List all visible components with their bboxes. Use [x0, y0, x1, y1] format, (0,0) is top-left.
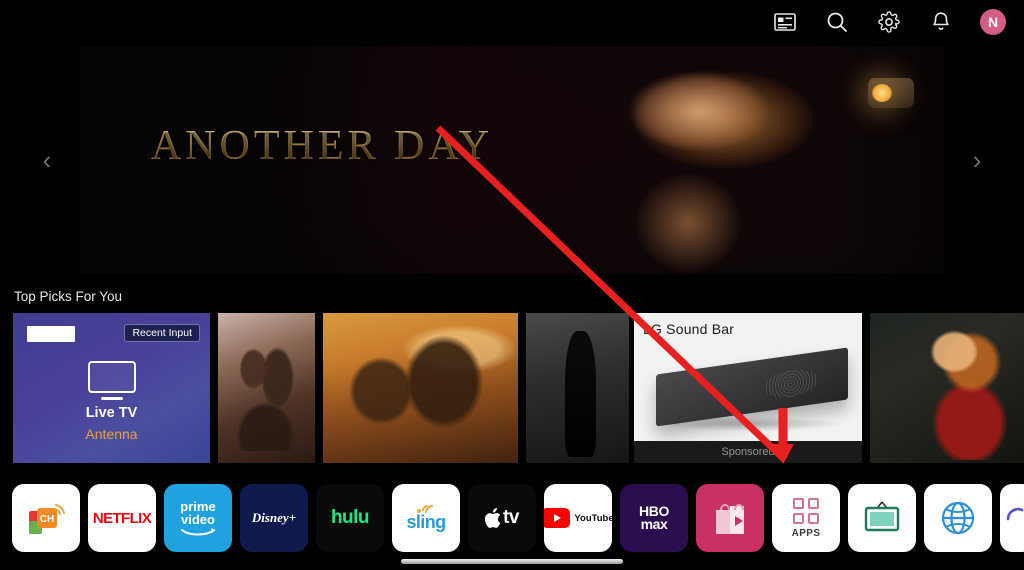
bell-icon[interactable] [928, 9, 954, 35]
avatar[interactable]: N [980, 9, 1006, 35]
app-tile-lg-content-store[interactable] [696, 484, 764, 552]
gear-icon[interactable] [876, 9, 902, 35]
hbo-label-bottom: max [640, 516, 668, 532]
status-badge-recent-input: Recent Input [124, 324, 200, 342]
hero-carousel: ANOTHER DAY ‹ › [0, 44, 1024, 276]
hero-figure-image [563, 64, 824, 274]
ad-footer: Sponsored [634, 441, 862, 463]
card-poster-victorian[interactable] [526, 313, 629, 463]
section-title-top-picks: Top Picks For You [14, 289, 123, 304]
app-tile-hbo-max[interactable]: HBO max [620, 484, 688, 552]
dashboard-icon[interactable] [772, 9, 798, 35]
app-tile-gallery[interactable] [848, 484, 916, 552]
youtube-play-icon [544, 508, 571, 528]
channels-label: CH [40, 514, 54, 525]
app-tile-partial-edge[interactable] [1000, 484, 1024, 552]
apple-tv-label: tv [503, 507, 519, 528]
soundbar-product-image [656, 347, 848, 427]
card-title-live-tv: Live TV [85, 405, 138, 421]
hero-spotlight-icon [867, 77, 914, 108]
top-picks-row: Recent Input Live TV Antenna LG Sound Ba… [0, 313, 1024, 463]
youtube-label: YouTube [574, 512, 612, 524]
card-subtitle-antenna: Antenna [85, 426, 138, 442]
top-bar: N [0, 0, 1024, 44]
sling-label: sling [406, 511, 446, 532]
lg-tv-home-screen: N ANOTHER DAY ‹ › Top Picks For You Rece… [0, 0, 1024, 570]
app-tile-channels[interactable]: CH [12, 484, 80, 552]
prime-label-bottom: video [181, 511, 215, 527]
app-tile-sling[interactable]: sling [392, 484, 460, 552]
card-poster-desert-action[interactable] [323, 313, 518, 463]
apps-label: APPS [791, 527, 821, 539]
app-tile-web-browser[interactable] [924, 484, 992, 552]
disney-label: Disney+ [251, 510, 297, 525]
app-tile-apps[interactable]: APPS [772, 484, 840, 552]
ad-title: LG Sound Bar [643, 321, 735, 337]
app-tile-apple-tv[interactable]: tv [468, 484, 536, 552]
prime-label-top: prime [180, 498, 216, 514]
chevron-left-icon[interactable]: ‹ [32, 140, 62, 180]
app-tile-netflix[interactable]: NETFLIX [88, 484, 156, 552]
hulu-label: hulu [330, 507, 370, 528]
card-live-tv[interactable]: Recent Input Live TV Antenna [13, 313, 210, 463]
app-dock: CH NETFLIX prime video Disney+ hulu slin… [0, 482, 1024, 554]
card-poster-romance[interactable] [218, 313, 315, 463]
sponsored-label: Sponsored [721, 446, 775, 458]
hero-title: ANOTHER DAY [150, 123, 494, 170]
soundbar-shadow [662, 417, 842, 431]
app-tile-prime-video[interactable]: prime video [164, 484, 232, 552]
app-tile-disney-plus[interactable]: Disney+ [240, 484, 308, 552]
app-tile-hulu[interactable]: hulu [316, 484, 384, 552]
search-icon[interactable] [824, 9, 850, 35]
home-indicator [401, 559, 623, 564]
app-tile-youtube[interactable]: YouTube [544, 484, 612, 552]
card-poster-red-riding-hood[interactable] [870, 313, 1024, 463]
card-sponsored-soundbar[interactable]: LG Sound Bar Sponsored [634, 313, 862, 463]
netflix-label: NETFLIX [92, 509, 152, 527]
tv-icon [87, 361, 136, 393]
chevron-right-icon[interactable]: › [962, 140, 992, 180]
hero-banner[interactable]: ANOTHER DAY [80, 46, 944, 274]
apps-grid-icon [793, 497, 819, 524]
live-tv-logo-placeholder [27, 326, 75, 342]
